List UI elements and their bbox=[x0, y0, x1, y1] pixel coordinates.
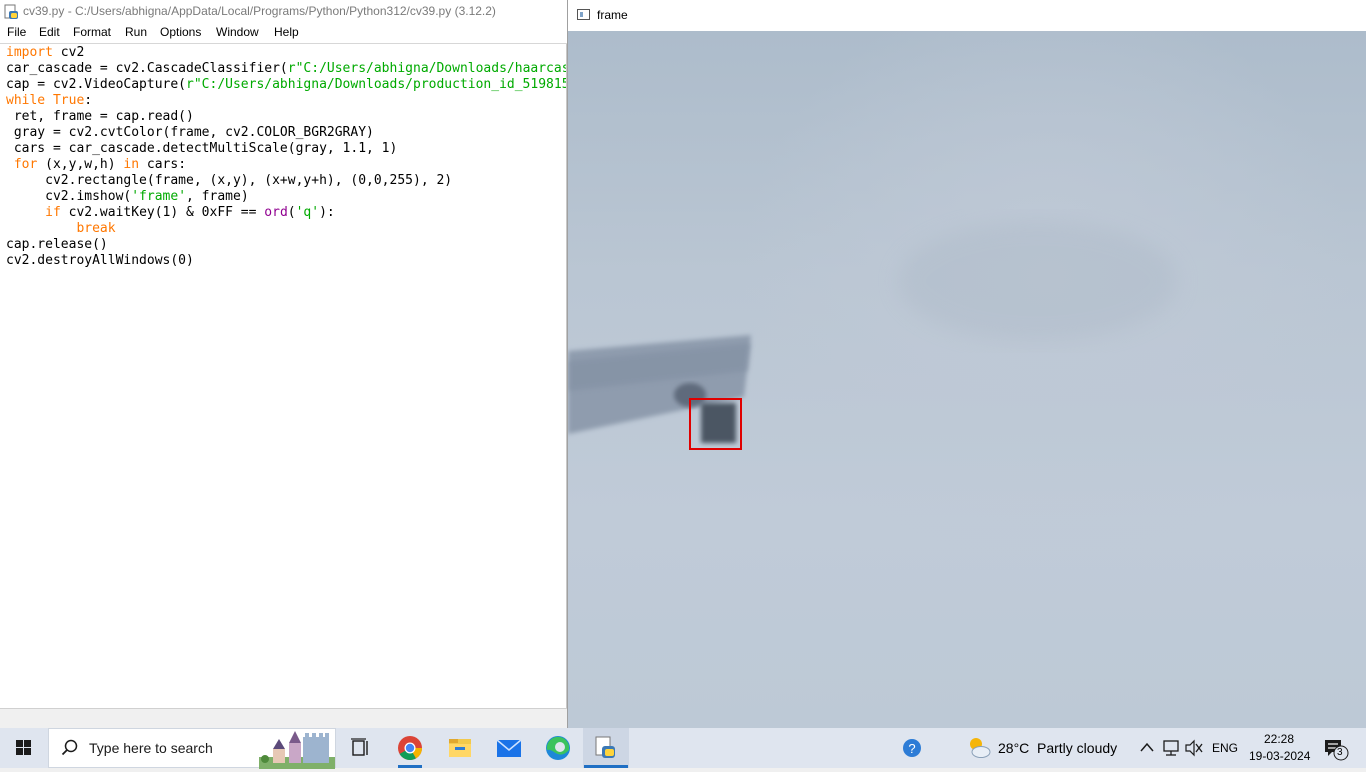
video-frame-image bbox=[568, 31, 1366, 728]
menu-format[interactable]: Format bbox=[73, 25, 111, 39]
notification-count: 3 bbox=[1337, 747, 1343, 758]
idle-window-title: cv39.py - C:/Users/abhigna/AppData/Local… bbox=[23, 4, 496, 18]
taskbar-search-box[interactable]: Type here to search bbox=[48, 728, 336, 769]
opencv-frame-window: frame bbox=[567, 0, 1366, 728]
menu-window[interactable]: Window bbox=[216, 25, 259, 39]
help-icon: ? bbox=[903, 739, 921, 757]
clock[interactable]: 22:28 19-03-2024 bbox=[1245, 728, 1317, 768]
clock-time: 22:28 bbox=[1264, 732, 1295, 746]
task-view-button[interactable] bbox=[344, 728, 378, 768]
taskbar-mail[interactable] bbox=[485, 728, 533, 768]
windows-taskbar: Type here to search ? 28°C Partly cloudy… bbox=[0, 728, 1366, 769]
volume-tray-button[interactable] bbox=[1183, 728, 1205, 768]
idle-menu-bar: File Edit Format Run Options Window Help bbox=[0, 24, 567, 44]
volume-muted-icon bbox=[1185, 739, 1203, 757]
partly-cloudy-icon bbox=[970, 738, 991, 758]
menu-run[interactable]: Run bbox=[125, 25, 147, 39]
menu-options[interactable]: Options bbox=[160, 25, 201, 39]
file-explorer-icon bbox=[449, 739, 471, 757]
weather-temperature: 28°C bbox=[998, 740, 1030, 756]
idle-editor-window: cv39.py - C:/Users/abhigna/AppData/Local… bbox=[0, 0, 567, 729]
chevron-up-icon bbox=[1140, 742, 1154, 752]
menu-file[interactable]: File bbox=[7, 25, 26, 39]
search-icon bbox=[61, 739, 78, 756]
show-hidden-icons-button[interactable] bbox=[1136, 728, 1158, 768]
search-placeholder: Type here to search bbox=[89, 740, 213, 756]
taskbar-file-explorer[interactable] bbox=[436, 728, 484, 768]
blurry-road-scene bbox=[568, 221, 1178, 443]
weather-description: Partly cloudy bbox=[1037, 740, 1118, 756]
windows-logo-icon bbox=[16, 740, 31, 755]
taskbar-chrome[interactable] bbox=[386, 728, 434, 768]
taskbar-edge[interactable] bbox=[534, 728, 582, 768]
window-app-icon bbox=[577, 9, 590, 20]
notification-center-button[interactable]: 3 bbox=[1318, 728, 1358, 768]
python-idle-icon bbox=[584, 736, 628, 768]
start-button[interactable] bbox=[0, 728, 48, 768]
source-code[interactable]: import cv2 car_cascade = cv2.CascadeClas… bbox=[6, 45, 566, 269]
edge-icon bbox=[546, 736, 570, 760]
taskbar-python-idle[interactable] bbox=[583, 728, 629, 768]
frame-title-bar[interactable]: frame bbox=[568, 0, 1366, 31]
task-view-icon bbox=[351, 738, 368, 756]
weather-widget[interactable]: 28°C Partly cloudy bbox=[962, 728, 1122, 768]
python-file-icon bbox=[4, 4, 18, 19]
clock-date: 19-03-2024 bbox=[1249, 749, 1311, 763]
mail-icon bbox=[496, 739, 522, 757]
idle-status-bar bbox=[0, 708, 567, 729]
help-tray-button[interactable]: ? bbox=[898, 728, 926, 768]
idle-title-bar[interactable]: cv39.py - C:/Users/abhigna/AppData/Local… bbox=[0, 0, 567, 24]
code-editor[interactable]: import cv2 car_cascade = cv2.CascadeClas… bbox=[0, 44, 567, 708]
network-icon bbox=[1163, 740, 1179, 756]
menu-help[interactable]: Help bbox=[274, 25, 299, 39]
menu-edit[interactable]: Edit bbox=[39, 25, 60, 39]
frame-window-title: frame bbox=[597, 8, 628, 22]
chrome-icon bbox=[398, 736, 422, 768]
input-language[interactable]: ENG bbox=[1212, 741, 1238, 755]
search-highlight-castle-icon bbox=[259, 731, 335, 769]
svg-text:?: ? bbox=[908, 741, 915, 756]
network-tray-button[interactable] bbox=[1160, 728, 1182, 768]
car-detection-rectangle bbox=[689, 398, 742, 450]
